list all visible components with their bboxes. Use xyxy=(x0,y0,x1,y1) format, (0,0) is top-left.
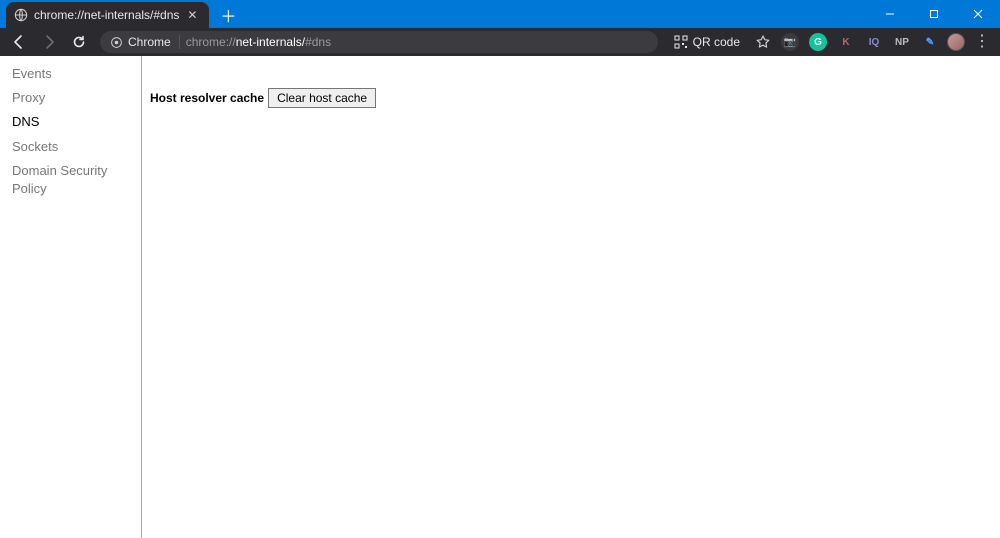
net-internals-main: Host resolver cache Clear host cache xyxy=(142,56,1000,538)
address-bar[interactable]: Chrome chrome://net-internals/#dns xyxy=(100,31,658,53)
k-extension-icon-glyph: K xyxy=(837,33,855,51)
close-window-button[interactable] xyxy=(956,0,1000,28)
url-host: net-internals/ xyxy=(236,35,305,49)
sidebar-item-proxy[interactable]: Proxy xyxy=(8,86,141,110)
qr-icon xyxy=(674,35,688,49)
kebab-icon: ⋮ xyxy=(974,34,990,50)
sidebar-item-sockets[interactable]: Sockets xyxy=(8,135,141,159)
browser-toolbar: Chrome chrome://net-internals/#dns QR co… xyxy=(0,28,1000,56)
window-controls xyxy=(868,0,1000,28)
k-extension-icon[interactable]: K xyxy=(834,30,858,54)
sidebar-item-domain-security-policy[interactable]: Domain Security Policy xyxy=(8,159,141,201)
host-resolver-label: Host resolver cache xyxy=(150,91,264,105)
qr-code-button[interactable]: QR code xyxy=(666,35,748,49)
avatar xyxy=(947,33,965,51)
sidebar-item-events[interactable]: Events xyxy=(8,62,141,86)
iq-extension-icon-glyph: IQ xyxy=(865,33,883,51)
camera-icon[interactable]: 📷 xyxy=(778,30,802,54)
reload-button[interactable] xyxy=(66,30,92,54)
sidebar-item-dns[interactable]: DNS xyxy=(8,110,141,134)
np-extension-icon-glyph: NP xyxy=(893,33,911,51)
tab-title: chrome://net-internals/#dns xyxy=(34,8,179,22)
forward-button[interactable] xyxy=(36,30,62,54)
url-hash: #dns xyxy=(305,35,331,49)
qr-label: QR code xyxy=(693,35,740,49)
browser-menu-button[interactable]: ⋮ xyxy=(970,30,994,54)
clear-host-cache-button[interactable]: Clear host cache xyxy=(268,88,376,108)
chrome-icon xyxy=(110,36,123,49)
globe-icon xyxy=(14,8,28,22)
host-resolver-row: Host resolver cache Clear host cache xyxy=(150,88,1000,108)
page-content: EventsProxyDNSSocketsDomain Security Pol… xyxy=(0,56,1000,538)
new-tab-button[interactable]: ＋ xyxy=(215,2,241,28)
iq-extension-icon[interactable]: IQ xyxy=(862,30,886,54)
camera-icon-glyph: 📷 xyxy=(781,33,799,51)
site-chip-label: Chrome xyxy=(128,35,171,49)
extensions-area: 📷 GK IQ NP ✎ xyxy=(778,30,942,54)
np-extension-icon[interactable]: NP xyxy=(890,30,914,54)
bookmark-button[interactable] xyxy=(750,30,776,54)
maximize-button[interactable] xyxy=(912,0,956,28)
toolbar-right: QR code 📷 GK IQ NP ✎ ⋮ xyxy=(666,30,994,54)
pen-extension-icon-glyph: ✎ xyxy=(921,33,939,51)
url-text: chrome://net-internals/#dns xyxy=(186,35,648,49)
close-icon[interactable]: ✕ xyxy=(185,8,199,22)
star-icon xyxy=(755,34,771,50)
back-button[interactable] xyxy=(6,30,32,54)
profile-avatar[interactable] xyxy=(944,30,968,54)
minimize-button[interactable] xyxy=(868,0,912,28)
pen-extension-icon[interactable]: ✎ xyxy=(918,30,942,54)
tab-strip: chrome://net-internals/#dns ✕ ＋ xyxy=(0,0,868,28)
net-internals-sidebar: EventsProxyDNSSocketsDomain Security Pol… xyxy=(0,56,142,538)
url-prefix: chrome:// xyxy=(186,35,236,49)
site-info-chip[interactable]: Chrome xyxy=(110,35,180,49)
grammarly-icon[interactable]: G xyxy=(806,30,830,54)
browser-tab[interactable]: chrome://net-internals/#dns ✕ xyxy=(6,2,209,28)
grammarly-icon-glyph: G xyxy=(809,33,827,51)
window-titlebar: chrome://net-internals/#dns ✕ ＋ xyxy=(0,0,1000,28)
